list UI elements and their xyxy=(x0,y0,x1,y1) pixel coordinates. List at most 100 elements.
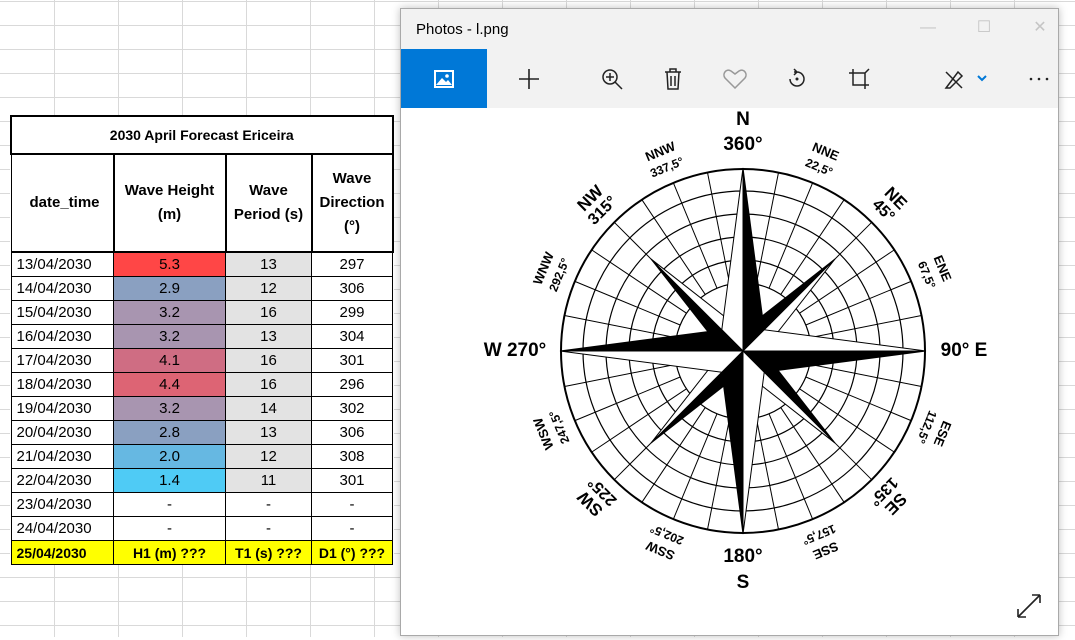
wave-height-cell[interactable]: 3.2 xyxy=(113,300,226,325)
table-row[interactable]: 17/04/2030 4.1 16 301 xyxy=(10,348,393,373)
wave-height-cell[interactable]: 1.4 xyxy=(113,468,226,493)
date-cell[interactable]: 18/04/2030 xyxy=(10,372,114,397)
header-wave-direction-line2: Direction xyxy=(319,194,385,211)
header-wave-period-line1: Wave xyxy=(249,182,288,199)
wave-period-cell[interactable]: 13 xyxy=(225,324,312,349)
wave-period-cell[interactable]: - xyxy=(225,516,312,541)
wave-height-cell[interactable]: - xyxy=(113,492,226,517)
wave-direction-cell[interactable]: 302 xyxy=(311,396,393,421)
compass-radial-line xyxy=(755,417,779,530)
label-s-deg: 180° xyxy=(723,546,762,567)
edit-icon[interactable] xyxy=(931,49,1001,108)
forecast-row[interactable]: 25/04/2030 H1 (m) ??? T1 (s) ??? D1 (°) … xyxy=(10,540,393,565)
date-cell[interactable]: 13/04/2030 xyxy=(10,251,114,277)
minimize-button[interactable]: — xyxy=(918,18,938,38)
compass-radial-line xyxy=(809,363,922,387)
wave-period-cell[interactable]: 16 xyxy=(225,372,312,397)
date-cell[interactable]: 21/04/2030 xyxy=(10,444,114,469)
image-icon[interactable] xyxy=(401,49,487,108)
forecast-height[interactable]: H1 (m) ??? xyxy=(113,540,226,565)
table-row[interactable]: 24/04/2030- - - xyxy=(10,516,393,541)
compass-radial-line xyxy=(755,172,779,285)
forecast-period[interactable]: T1 (s) ??? xyxy=(225,540,312,565)
label-w: W 270° xyxy=(484,340,547,361)
header-wave-height-line2: (m) xyxy=(157,206,182,223)
date-cell[interactable]: 23/04/2030 xyxy=(10,492,114,517)
wave-height-cell[interactable]: 4.4 xyxy=(113,372,226,397)
rotate-icon[interactable] xyxy=(772,49,822,108)
table-row[interactable]: 20/04/2030 2.8 13 306 xyxy=(10,420,393,445)
forecast-direction[interactable]: D1 (°) ??? xyxy=(311,540,393,565)
date-cell[interactable]: 15/04/2030 xyxy=(10,300,114,325)
wave-period-cell[interactable]: 14 xyxy=(225,396,312,421)
date-cell[interactable]: 22/04/2030 xyxy=(10,468,114,493)
wave-period-cell[interactable]: 12 xyxy=(225,444,312,469)
wave-direction-cell[interactable]: 299 xyxy=(311,300,393,325)
forecast-date[interactable]: 25/04/2030 xyxy=(10,540,114,565)
window-title: Photos - l.png xyxy=(416,21,509,38)
label-e: 90° E xyxy=(941,340,988,361)
wave-period-cell[interactable]: 16 xyxy=(225,348,312,373)
table-row[interactable]: 15/04/2030 3.2 16 299 xyxy=(10,300,393,325)
header-wave-period-line2: Period (s) xyxy=(233,206,304,223)
wave-direction-cell[interactable]: 308 xyxy=(311,444,393,469)
more-icon[interactable] xyxy=(1016,49,1061,108)
favorite-icon[interactable] xyxy=(710,49,760,108)
table-row[interactable]: 22/04/2030 1.4 11 301 xyxy=(10,468,393,493)
wave-direction-cell[interactable]: - xyxy=(311,516,393,541)
wave-direction-cell[interactable]: 301 xyxy=(311,348,393,373)
wave-direction-cell[interactable]: 306 xyxy=(311,420,393,445)
maximize-button[interactable]: ☐ xyxy=(974,18,994,38)
close-button[interactable]: ✕ xyxy=(1030,18,1050,38)
wave-period-cell[interactable]: 13 xyxy=(225,420,312,445)
compass-rose-image: N360°180°SW 270° 90° ENNE22,5°NNW337,5°EN… xyxy=(484,109,988,593)
label-s: S xyxy=(737,572,750,593)
header-date: date_time xyxy=(10,153,115,253)
wave-period-cell[interactable]: 11 xyxy=(225,468,312,493)
wave-period-cell[interactable]: 12 xyxy=(225,276,312,301)
wave-height-cell[interactable]: 2.0 xyxy=(113,444,226,469)
date-cell[interactable]: 19/04/2030 xyxy=(10,396,114,421)
compass-radial-line xyxy=(707,417,731,530)
image-canvas[interactable]: N 360° 180° S W 270° 90° E NNE 22,5° NNW 337,5° EN… xyxy=(401,108,1058,635)
wave-height-cell[interactable]: - xyxy=(113,516,226,541)
header-wave-direction: Wave Direction (°) xyxy=(311,153,394,253)
compass-radial-line xyxy=(564,363,677,387)
wave-direction-cell[interactable]: 306 xyxy=(311,276,393,301)
table-row[interactable]: 19/04/2030 3.2 14 302 xyxy=(10,396,393,421)
date-cell[interactable]: 20/04/2030 xyxy=(10,420,114,445)
date-cell[interactable]: 17/04/2030 xyxy=(10,348,114,373)
wave-direction-cell[interactable]: - xyxy=(311,492,393,517)
toolbar xyxy=(401,49,1058,108)
wave-period-cell[interactable]: 13 xyxy=(225,251,312,277)
date-cell[interactable]: 16/04/2030 xyxy=(10,324,114,349)
table-row[interactable]: 21/04/2030 2.0 12 308 xyxy=(10,444,393,469)
wave-direction-cell[interactable]: 301 xyxy=(311,468,393,493)
wave-period-cell[interactable]: - xyxy=(225,492,312,517)
table-row[interactable]: 14/04/2030 2.9 12 306 xyxy=(10,276,393,301)
title-bar[interactable]: Photos - l.png — ☐ ✕ xyxy=(401,9,1058,49)
crop-icon[interactable] xyxy=(834,49,884,108)
wave-height-cell[interactable]: 2.9 xyxy=(113,276,226,301)
wave-height-cell[interactable]: 3.2 xyxy=(113,396,226,421)
expand-icon[interactable] xyxy=(1014,591,1044,621)
wave-height-cell[interactable]: 3.2 xyxy=(113,324,226,349)
table-row[interactable]: 18/04/2030 4.4 16 296 xyxy=(10,372,393,397)
wave-height-cell[interactable]: 2.8 xyxy=(113,420,226,445)
photos-window[interactable]: Photos - l.png — ☐ ✕ N 360° 180° S W 270… xyxy=(400,8,1059,636)
wave-height-cell[interactable]: 5.3 xyxy=(113,251,226,277)
table-row[interactable]: 16/04/2030 3.2 13 304 xyxy=(10,324,393,349)
add-icon[interactable] xyxy=(504,49,554,108)
wave-direction-cell[interactable]: 304 xyxy=(311,324,393,349)
date-cell[interactable]: 24/04/2030 xyxy=(10,516,114,541)
date-cell[interactable]: 14/04/2030 xyxy=(10,276,114,301)
wave-period-cell[interactable]: 16 xyxy=(225,300,312,325)
wave-height-cell[interactable]: 4.1 xyxy=(113,348,226,373)
wave-direction-cell[interactable]: 296 xyxy=(311,372,393,397)
zoom-in-icon[interactable] xyxy=(587,49,637,108)
delete-icon[interactable] xyxy=(648,49,698,108)
table-row[interactable]: 13/04/2030 5.3 13 297 xyxy=(10,251,393,277)
table-row[interactable]: 23/04/2030- - - xyxy=(10,492,393,517)
header-wave-height: Wave Height (m) xyxy=(113,153,227,253)
wave-direction-cell[interactable]: 297 xyxy=(311,251,393,277)
